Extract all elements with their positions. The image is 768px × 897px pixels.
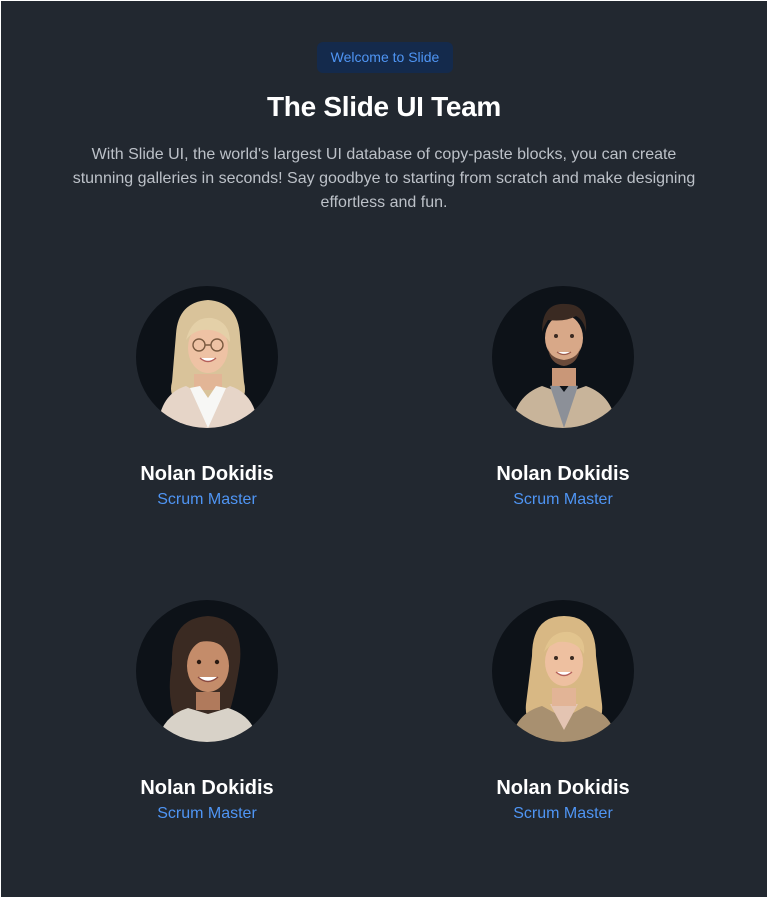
team-member-card: Nolan Dokidis Scrum Master bbox=[66, 587, 346, 837]
member-name: Nolan Dokidis bbox=[496, 463, 630, 485]
member-role: Scrum Master bbox=[513, 491, 613, 508]
team-member-card: Nolan Dokidis Scrum Master bbox=[66, 273, 346, 523]
section-description: With Slide UI, the world's largest UI da… bbox=[72, 146, 696, 211]
member-role: Scrum Master bbox=[157, 805, 257, 822]
team-member-card: Nolan Dokidis Scrum Master bbox=[422, 587, 702, 837]
member-photo bbox=[492, 600, 634, 742]
member-name: Nolan Dokidis bbox=[140, 777, 274, 799]
member-role: Scrum Master bbox=[513, 805, 613, 822]
member-name: Nolan Dokidis bbox=[140, 463, 274, 485]
member-role: Scrum Master bbox=[157, 491, 257, 508]
team-member-card: Nolan Dokidis Scrum Master bbox=[422, 273, 702, 523]
member-photo bbox=[136, 286, 278, 428]
member-photo bbox=[492, 286, 634, 428]
member-name: Nolan Dokidis bbox=[496, 777, 630, 799]
welcome-badge: Welcome to Slide bbox=[317, 42, 453, 73]
team-section: Welcome to Slide The Slide UI Team With … bbox=[1, 1, 767, 897]
member-photo bbox=[136, 600, 278, 742]
section-title: The Slide UI Team bbox=[267, 91, 501, 122]
